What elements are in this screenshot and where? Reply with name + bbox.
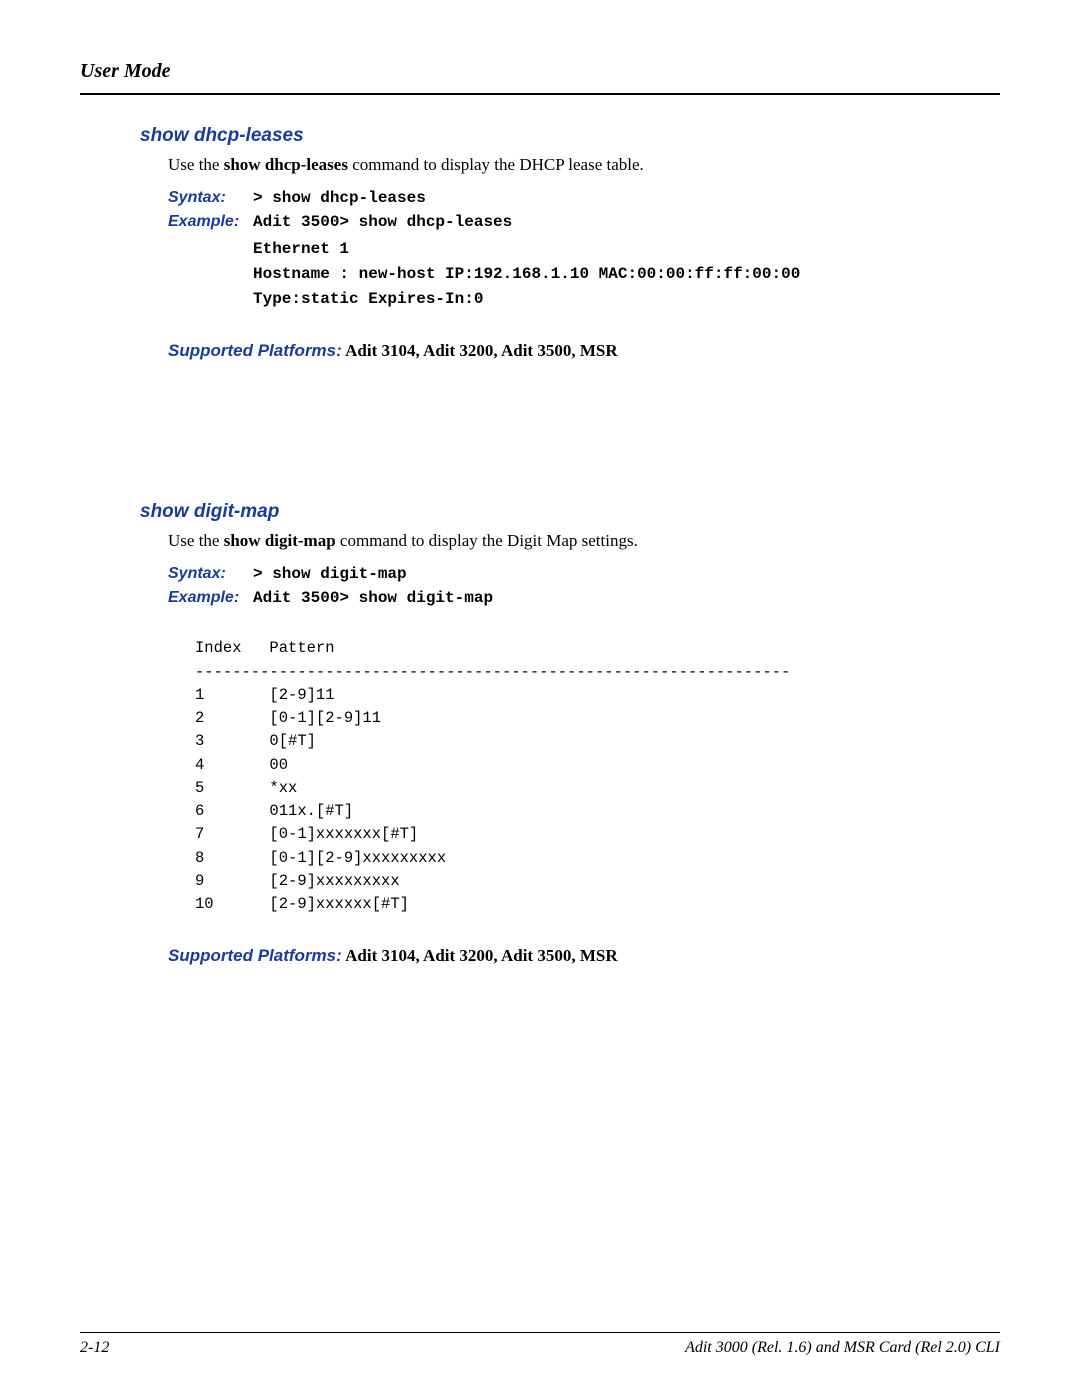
page-footer: 2-12 Adit 3000 (Rel. 1.6) and MSR Card (… [80, 1324, 1000, 1358]
footer-divider [80, 1332, 1000, 1333]
syntax-row-dhcp: Syntax:> show dhcp-leases [168, 189, 960, 207]
page-number: 2-12 [80, 1339, 109, 1357]
section-dhcp-leases: show dhcp-leases Use the show dhcp-lease… [140, 125, 960, 361]
desc-pre: Use the [168, 531, 224, 550]
desc-cmd: show digit-map [224, 531, 336, 550]
digit-map-table: Index Pattern --------------------------… [195, 637, 960, 916]
supported-label: Supported Platforms: [168, 946, 342, 965]
command-title-dhcp: show dhcp-leases [140, 125, 960, 147]
section-digit-map: show digit-map Use the show digit-map co… [140, 501, 960, 966]
syntax-cmd: > show digit-map [253, 565, 407, 583]
description-dhcp: Use the show dhcp-leases command to disp… [168, 155, 960, 175]
syntax-cmd: > show dhcp-leases [253, 189, 426, 207]
document-title: Adit 3000 (Rel. 1.6) and MSR Card (Rel 2… [685, 1339, 1000, 1357]
syntax-row-digitmap: Syntax:> show digit-map [168, 565, 960, 583]
example-row-digitmap: Example:Adit 3500> show digit-map [168, 589, 960, 607]
description-digitmap: Use the show digit-map command to displa… [168, 531, 960, 551]
example-row-dhcp: Example:Adit 3500> show dhcp-leases [168, 213, 960, 231]
syntax-label: Syntax: [168, 189, 253, 207]
desc-cmd: show dhcp-leases [224, 155, 348, 174]
syntax-label: Syntax: [168, 565, 253, 583]
header-divider [80, 93, 1000, 95]
command-title-digitmap: show digit-map [140, 501, 960, 523]
footer-row: 2-12 Adit 3000 (Rel. 1.6) and MSR Card (… [80, 1339, 1000, 1357]
example-label: Example: [168, 589, 253, 607]
page-section-header: User Mode [80, 60, 1000, 83]
desc-post: command to display the DHCP lease table. [348, 155, 644, 174]
supported-value: Adit 3104, Adit 3200, Adit 3500, MSR [342, 341, 618, 360]
example-cmd: Adit 3500> show digit-map [253, 589, 493, 607]
example-cmd: Adit 3500> show dhcp-leases [253, 213, 512, 231]
desc-pre: Use the [168, 155, 224, 174]
example-label: Example: [168, 213, 253, 231]
main-content: show dhcp-leases Use the show dhcp-lease… [140, 125, 960, 966]
example-output-dhcp: Ethernet 1 Hostname : new-host IP:192.16… [253, 237, 960, 311]
supported-value: Adit 3104, Adit 3200, Adit 3500, MSR [342, 946, 618, 965]
supported-label: Supported Platforms: [168, 341, 342, 360]
supported-platforms-dhcp: Supported Platforms: Adit 3104, Adit 320… [168, 341, 960, 361]
desc-post: command to display the Digit Map setting… [336, 531, 638, 550]
supported-platforms-digitmap: Supported Platforms: Adit 3104, Adit 320… [168, 946, 960, 966]
